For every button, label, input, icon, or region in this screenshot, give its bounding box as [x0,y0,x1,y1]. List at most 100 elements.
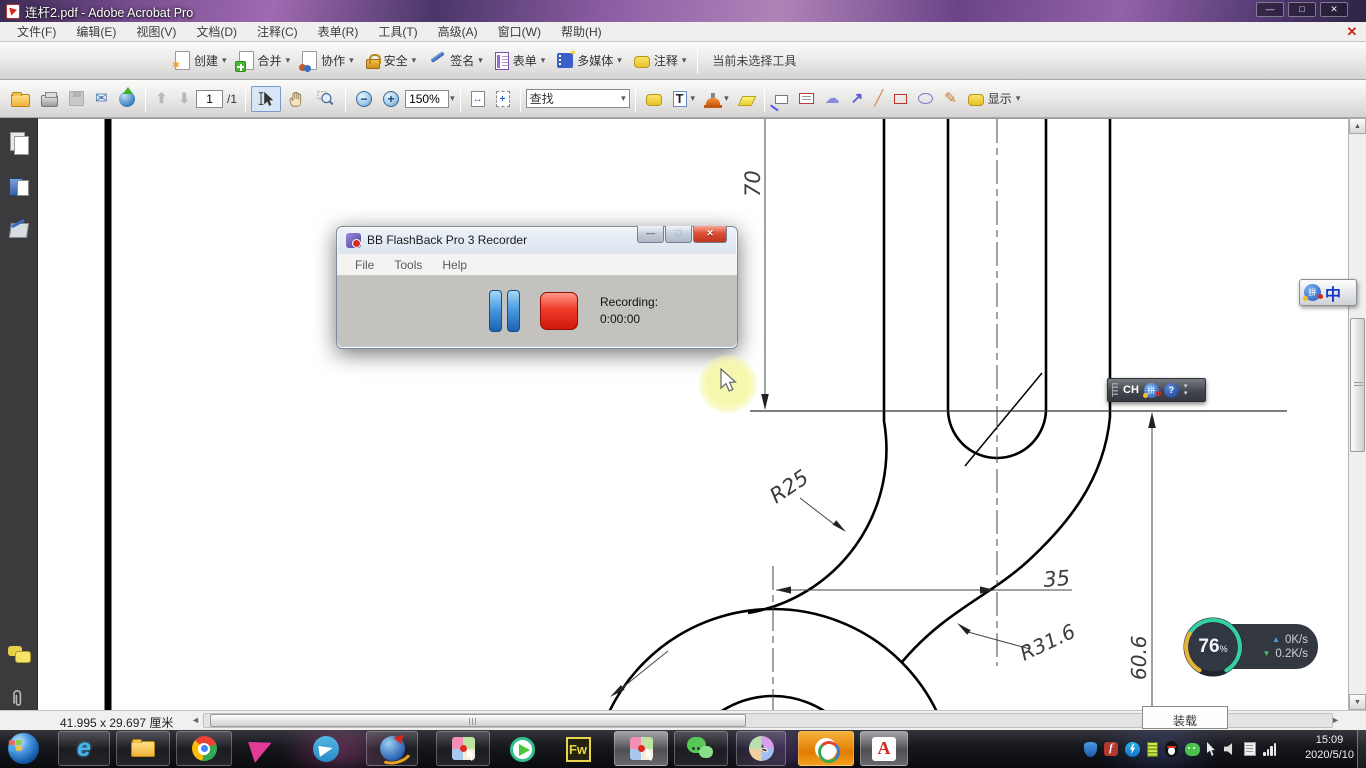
show-desktop-button[interactable] [1357,730,1366,768]
pointer-tray-icon[interactable] [1207,742,1215,756]
next-page-button[interactable]: ⬇ [173,87,195,110]
taskbar-wechat-button[interactable] [674,731,728,766]
secure-button[interactable]: 安全 ▾ [361,49,422,72]
taskbar-acrobat-button[interactable]: A [860,731,908,766]
hand-tool-button[interactable] [282,87,310,111]
menu-forms[interactable]: 表单(R) [309,21,368,42]
taskbar-ie-button[interactable]: e [58,731,110,766]
taskbar-clock[interactable]: 15:09 2020/5/10 [1305,733,1354,763]
find-dropdown-icon[interactable]: ▾ [621,94,626,103]
flash-icon[interactable]: f [1104,742,1118,756]
recorder-menu-tools[interactable]: Tools [386,256,430,274]
rectangle-tool-button[interactable] [889,91,912,107]
notes-tray-icon[interactable] [1244,742,1256,756]
find-input[interactable]: 查找 ▾ [525,89,630,108]
scroll-down-button[interactable]: ▼ [1349,694,1366,710]
upload-button[interactable] [114,86,140,110]
volume-icon[interactable] [1224,743,1233,755]
comments-panel-icon[interactable] [7,644,31,666]
taskbar-capture-active-button[interactable] [614,731,668,766]
pdf-page-drawing[interactable]: 70 R25 35 R31.6 60.6 [38,119,1348,768]
zoom-dropdown-icon[interactable]: ▾ [450,94,455,103]
recorder-title-bar[interactable]: BB FlashBack Pro 3 Recorder — □ ✕ [337,226,737,253]
zoom-in-button[interactable]: + [378,88,404,110]
page-number-input[interactable] [196,89,224,108]
email-button[interactable]: ✉ [90,88,113,109]
menu-file[interactable]: 文件(F) [8,21,65,42]
menu-comments[interactable]: 注释(C) [248,21,307,42]
ime-help-icon[interactable]: ? [1163,382,1179,398]
window-maximize-button[interactable]: □ [1288,2,1316,17]
menu-edit[interactable]: 编辑(E) [67,21,125,42]
wechat-tray-icon[interactable] [1185,742,1200,756]
qq-icon[interactable] [1165,741,1178,757]
menu-window[interactable]: 窗口(W) [489,21,550,42]
menu-help[interactable]: 帮助(H) [552,21,611,42]
ime-engine-icon[interactable]: 拼 [1303,284,1323,301]
zoom-out-button[interactable]: − [351,88,377,110]
bookmarks-panel-icon[interactable] [8,176,30,198]
attachments-panel-icon[interactable] [8,688,30,710]
pause-button[interactable] [489,290,520,332]
language-indicator[interactable]: CH [1123,384,1139,396]
taskbar-recorder-button[interactable] [736,731,786,766]
recorder-menu-help[interactable]: Help [434,256,475,274]
print-button[interactable] [36,88,63,110]
taskbar-capture-button[interactable] [436,731,490,766]
save-button[interactable] [64,88,89,109]
battery-meter-icon[interactable] [1147,741,1158,757]
oval-tool-button[interactable] [913,90,938,107]
comment-button[interactable]: 注释 ▾ [629,49,692,72]
taskbar-explorer-button[interactable] [116,731,170,766]
window-close-button[interactable]: ✕ [1320,2,1348,17]
net-monitor-widget[interactable]: ▲ 0K/s ▼ 0.2K/s 76% [1183,617,1320,677]
taskbar-chrome-button[interactable] [176,731,232,766]
collaborate-button[interactable]: 协作 ▾ [297,48,359,73]
show-comments-button[interactable]: 显示 ▾ [963,87,1026,110]
taskbar-pink-plane-icon[interactable] [242,734,282,764]
previous-page-button[interactable]: ⬆ [151,87,173,110]
stamp-button[interactable]: ▾ [701,89,734,108]
text-box-button[interactable] [794,90,819,107]
menubar-close-icon[interactable]: ✕ [1344,24,1360,40]
menu-advanced[interactable]: 高级(A) [429,21,487,42]
taskbar-fireworks-icon[interactable]: Fw [558,734,598,764]
select-tool-button[interactable] [251,85,282,112]
recorder-close-button[interactable]: ✕ [693,226,727,243]
text-edits-button[interactable]: T ▾ [668,88,700,110]
ime-pinyin-icon[interactable]: 拼 [1142,382,1161,398]
taskbar-telegram-icon[interactable] [306,734,346,764]
ime-mode-char[interactable]: 中 [1325,281,1341,305]
taskbar-browser-globe-button[interactable] [366,731,418,766]
arrow-tool-button[interactable]: ↗ [846,88,869,109]
highlight-button[interactable] [735,89,759,109]
signatures-panel-icon[interactable] [8,220,30,242]
document-viewport[interactable]: 70 R25 35 R31.6 60.6 [38,118,1348,768]
language-bar[interactable]: CH 拼 ? ▾ ▾ [1107,378,1206,402]
vertical-scroll-thumb[interactable] [1350,318,1365,452]
scroll-left-icon[interactable]: ◄ [191,715,200,725]
fit-page-button[interactable]: + [491,88,515,110]
sticky-note-button[interactable] [641,89,667,109]
menu-view[interactable]: 视图(V) [127,21,185,42]
recorder-minimize-button[interactable]: — [637,226,664,243]
open-button[interactable] [6,87,35,110]
vertical-scrollbar[interactable]: ▲ ▼ [1348,118,1366,710]
zoom-level-input[interactable] [405,89,450,108]
horizontal-scroll-thumb[interactable] [210,714,746,727]
ime-float-pill[interactable]: 拼 中 [1299,279,1357,306]
pages-panel-icon[interactable] [8,132,30,155]
window-minimize-button[interactable]: — [1256,2,1284,17]
marquee-zoom-button[interactable] [311,87,340,111]
scroll-up-button[interactable]: ▲ [1349,118,1366,134]
taskbar-tencent-video-icon[interactable] [502,734,542,764]
callout-button[interactable] [770,90,793,107]
fit-width-button[interactable]: ↔ [466,88,490,110]
stop-button[interactable] [540,292,578,330]
thunder-icon[interactable] [1125,741,1140,757]
sign-button[interactable]: 签名 ▾ [423,49,488,73]
forms-button[interactable]: 表单 ▾ [490,49,551,73]
recorder-menu-file[interactable]: File [347,256,382,274]
drag-grip-icon[interactable] [1112,383,1118,397]
scroll-right-icon[interactable]: ► [1331,715,1340,725]
